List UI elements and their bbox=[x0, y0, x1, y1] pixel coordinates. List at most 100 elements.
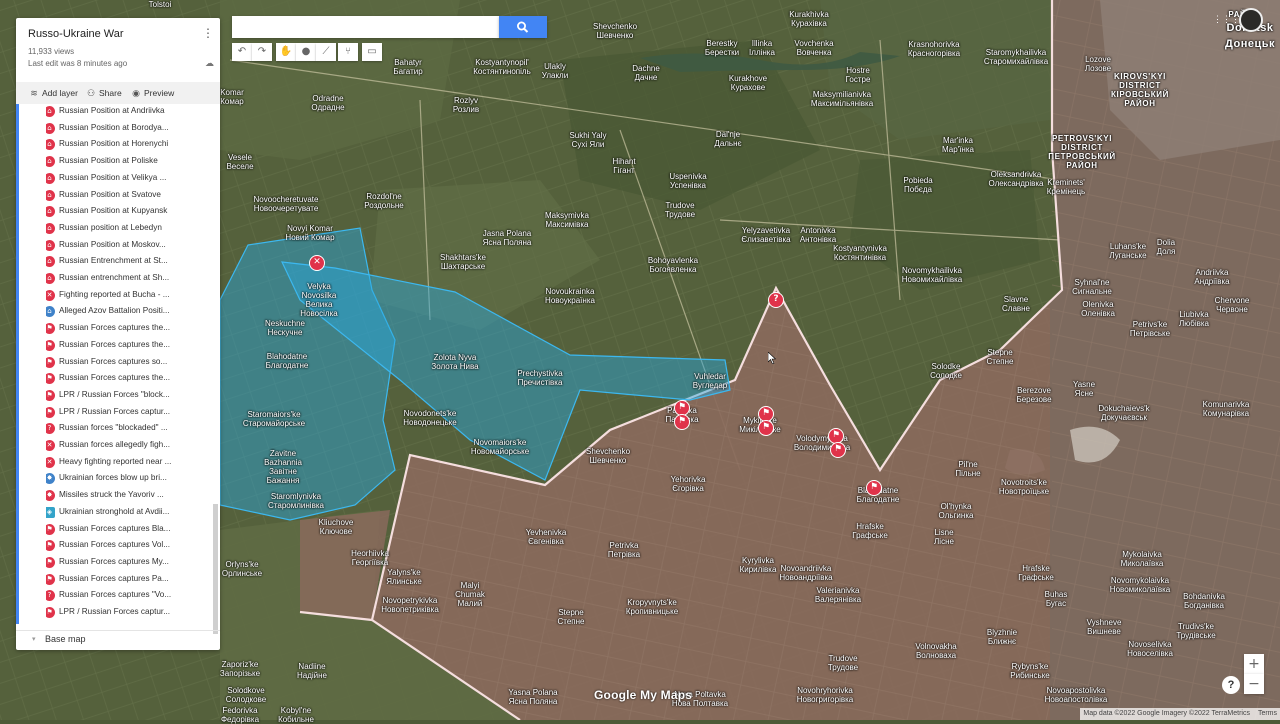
russian-position-icon: ⌂ bbox=[46, 172, 55, 184]
place-prechystivka: Prechystivka Пречистівка bbox=[517, 369, 563, 387]
layer-item[interactable]: ⚑ LPR / Russian Forces captur... bbox=[46, 405, 214, 419]
place-oleksandrivka: Oleksandrivka Олександрівка bbox=[988, 170, 1044, 188]
terms-link[interactable]: Terms bbox=[1258, 710, 1277, 717]
place-solodkove: Solodkove Солодкове bbox=[225, 686, 267, 704]
more-options-icon[interactable]: ⋮ bbox=[202, 26, 214, 40]
place-dalnie: Dal'nje Дальнє bbox=[714, 130, 742, 148]
explosion-icon: ✸ bbox=[46, 490, 55, 502]
place-luhanske: Luhans'ke Луганське bbox=[1109, 242, 1147, 260]
layer-item[interactable]: ⚑ Russian Forces captures Pa... bbox=[46, 572, 214, 586]
layer-item[interactable]: ⚑ Russian Forces captures so... bbox=[46, 355, 214, 369]
layer-item[interactable]: ⚑ Russian Forces captures My... bbox=[46, 555, 214, 569]
place-slavne: Slavne Славне bbox=[1001, 295, 1031, 313]
flag-marker-blahodatne[interactable]: ⚑ bbox=[866, 480, 882, 496]
measure-button[interactable]: ▭ bbox=[362, 43, 382, 61]
blockade-marker-vuhledar[interactable]: ? bbox=[768, 292, 784, 308]
layer-item-label: Heavy fighting reported near ... bbox=[59, 456, 172, 466]
help-icon[interactable]: ? bbox=[1222, 676, 1240, 694]
base-map-section[interactable]: ▾ Base map bbox=[16, 630, 220, 651]
google-my-maps-logo: Google My Maps bbox=[594, 688, 693, 702]
layer-item[interactable]: ⌂ Russian Position at Borodya... bbox=[46, 121, 214, 135]
place-zaporizke: Zaporiz'ke Запорізьке bbox=[219, 660, 261, 678]
draw-line-button[interactable]: ⟋ bbox=[316, 43, 336, 61]
layer-item[interactable]: ⌂ Alleged Azov Battalion Positi... bbox=[46, 304, 214, 318]
add-marker-button[interactable]: ● bbox=[296, 43, 316, 61]
place-staromlynivka: Staromlynivka Старомлинівка bbox=[268, 492, 324, 510]
flag-marker-mykilske-2[interactable]: ⚑ bbox=[758, 420, 774, 436]
eye-icon: ◉ bbox=[132, 88, 140, 98]
add-layer-button[interactable]: ≋ Add layer bbox=[28, 86, 78, 100]
layer-item[interactable]: ✸ Missiles struck the Yavoriv ... bbox=[46, 488, 214, 502]
layer-item[interactable]: ⌂ Russian Position at Horenychi bbox=[46, 137, 214, 151]
place-kyrylivka: Kyrylivka Кирилівка bbox=[739, 556, 777, 574]
layer-item[interactable]: ✕ Heavy fighting reported near ... bbox=[46, 455, 214, 469]
undo-button[interactable]: ↶ bbox=[232, 43, 252, 61]
layer-item[interactable]: ✕ Fighting reported at Bucha - ... bbox=[46, 288, 214, 302]
layer-item[interactable]: ⚑ LPR / Russian Forces "block... bbox=[46, 388, 214, 402]
layer-item[interactable]: ⚑ Russian Forces captures the... bbox=[46, 338, 214, 352]
place-heorhiivka: Heorhiivka Георгіївка bbox=[351, 549, 389, 567]
place-mykolaivka: Mykolaivka Миколаївка bbox=[1120, 550, 1164, 568]
collapse-arrow-icon[interactable]: ▾ bbox=[32, 635, 36, 643]
flag-marker-pavlivka-2[interactable]: ⚑ bbox=[674, 414, 690, 430]
redo-button[interactable]: ↷ bbox=[252, 43, 272, 61]
share-label: Share bbox=[99, 88, 122, 98]
place-kliuchove: Kliuchove Ключове bbox=[318, 518, 354, 536]
flag-icon: ⚑ bbox=[46, 406, 55, 418]
layer-item[interactable]: ⚑ LPR / Russian Forces captur... bbox=[46, 605, 214, 619]
flag-marker-volodymyrivka-2[interactable]: ⚑ bbox=[830, 442, 846, 458]
user-avatar[interactable] bbox=[1239, 8, 1263, 32]
place-pilne: Pil'ne Пільне bbox=[955, 460, 981, 478]
layer-list-scrollbar[interactable] bbox=[213, 104, 218, 644]
layer-item[interactable]: ◈ Ukrainian stronghold at Avdii... bbox=[46, 505, 214, 519]
preview-button[interactable]: ◉ Preview bbox=[130, 86, 174, 100]
place-chervone: Chervone Червоне bbox=[1214, 296, 1250, 314]
select-hand-button[interactable]: ✋ bbox=[276, 43, 296, 61]
layer-item[interactable]: ? Russian Forces captures "Vo... bbox=[46, 588, 214, 602]
place-stepne: Stepne Степне bbox=[986, 348, 1014, 366]
search-icon bbox=[516, 21, 529, 33]
layer-item[interactable]: ? Russian forces "blockaded" ... bbox=[46, 421, 214, 435]
layer-item[interactable]: ✕ Russian forces allegedly figh... bbox=[46, 438, 214, 452]
layer-item[interactable]: ⚑ Russian Forces captures Vol... bbox=[46, 538, 214, 552]
layer-item[interactable]: ⌂ Russian Position at Kupyansk bbox=[46, 204, 214, 218]
place-hrafske-east: Hrafske Графське bbox=[1018, 564, 1054, 582]
scrollbar-thumb[interactable] bbox=[213, 504, 218, 634]
map-title[interactable]: Russo-Ukraine War bbox=[28, 28, 124, 40]
apps-grid-icon[interactable]: ⋮⋮⋮ bbox=[1213, 14, 1240, 24]
layer-item-label: Russian forces "blockaded" ... bbox=[59, 423, 168, 433]
search-input[interactable] bbox=[232, 16, 499, 38]
layer-item[interactable]: ⌂ Russian Position at Svatove bbox=[46, 188, 214, 202]
panel-toolbar: ≋ Add layer ⚇ Share ◉ Preview bbox=[16, 82, 220, 104]
zoom-out-button[interactable]: − bbox=[1244, 674, 1264, 694]
directions-button[interactable]: ⑂ bbox=[338, 43, 358, 61]
layer-item[interactable]: ⌂ Russian Position at Moskov... bbox=[46, 238, 214, 252]
place-kurakhivka: Kurakhivka Курахівка bbox=[789, 10, 829, 28]
crossed-swords-marker[interactable]: ✕ bbox=[309, 255, 325, 271]
place-maksymivka: Maksymivka Максимівка bbox=[544, 211, 590, 229]
layer-item[interactable]: ⌂ Russian Position at Velikya ... bbox=[46, 171, 214, 185]
place-petrivske: Petrivs'ke Петрівське bbox=[1129, 320, 1171, 338]
place-vovchenka: Vovchenka Вовченка bbox=[794, 39, 834, 57]
layer-item[interactable]: ⌂ Russian Position at Poliske bbox=[46, 154, 214, 168]
place-yehorivka: Yehorivka Єгорівка bbox=[670, 475, 706, 493]
place-ulakly: Ulakly Улакли bbox=[541, 62, 569, 80]
zoom-in-button[interactable]: + bbox=[1244, 654, 1264, 674]
layer-item[interactable]: ⚑ Russian Forces captures Bla... bbox=[46, 522, 214, 536]
cloud-saved-icon: ☁ bbox=[205, 58, 214, 68]
layer-item[interactable]: ⚑ Russian Forces captures the... bbox=[46, 371, 214, 385]
place-yelyzavetivka: Yelyzavetivka Єлизаветівка bbox=[741, 226, 791, 244]
layer-item[interactable]: ✸ Ukrainian forces blow up bri... bbox=[46, 471, 214, 485]
place-rybynske: Rybyns'ke Рибинське bbox=[1010, 662, 1050, 680]
layer-item[interactable]: ⌂ Russian position at Lebedyn bbox=[46, 221, 214, 235]
share-button[interactable]: ⚇ Share bbox=[85, 86, 122, 100]
layer-item[interactable]: ⚑ Russian Forces captures the... bbox=[46, 321, 214, 335]
layer-item[interactable]: ⌂ Russian entrenchment at Sh... bbox=[46, 271, 214, 285]
place-trudove-south: Trudove Трудове bbox=[827, 654, 859, 672]
search-button[interactable] bbox=[499, 16, 547, 38]
place-novomykolaivka: Novomykolaivka Новомиколаївка bbox=[1109, 576, 1171, 594]
place-trudove: Trudove Трудове bbox=[664, 201, 696, 219]
layer-item[interactable]: ⌂ Russian Position at Andriivka bbox=[46, 104, 214, 118]
layer-item[interactable]: ⌂ Russian Entrenchment at St... bbox=[46, 254, 214, 268]
crossed-swords-icon: ✕ bbox=[46, 440, 55, 451]
